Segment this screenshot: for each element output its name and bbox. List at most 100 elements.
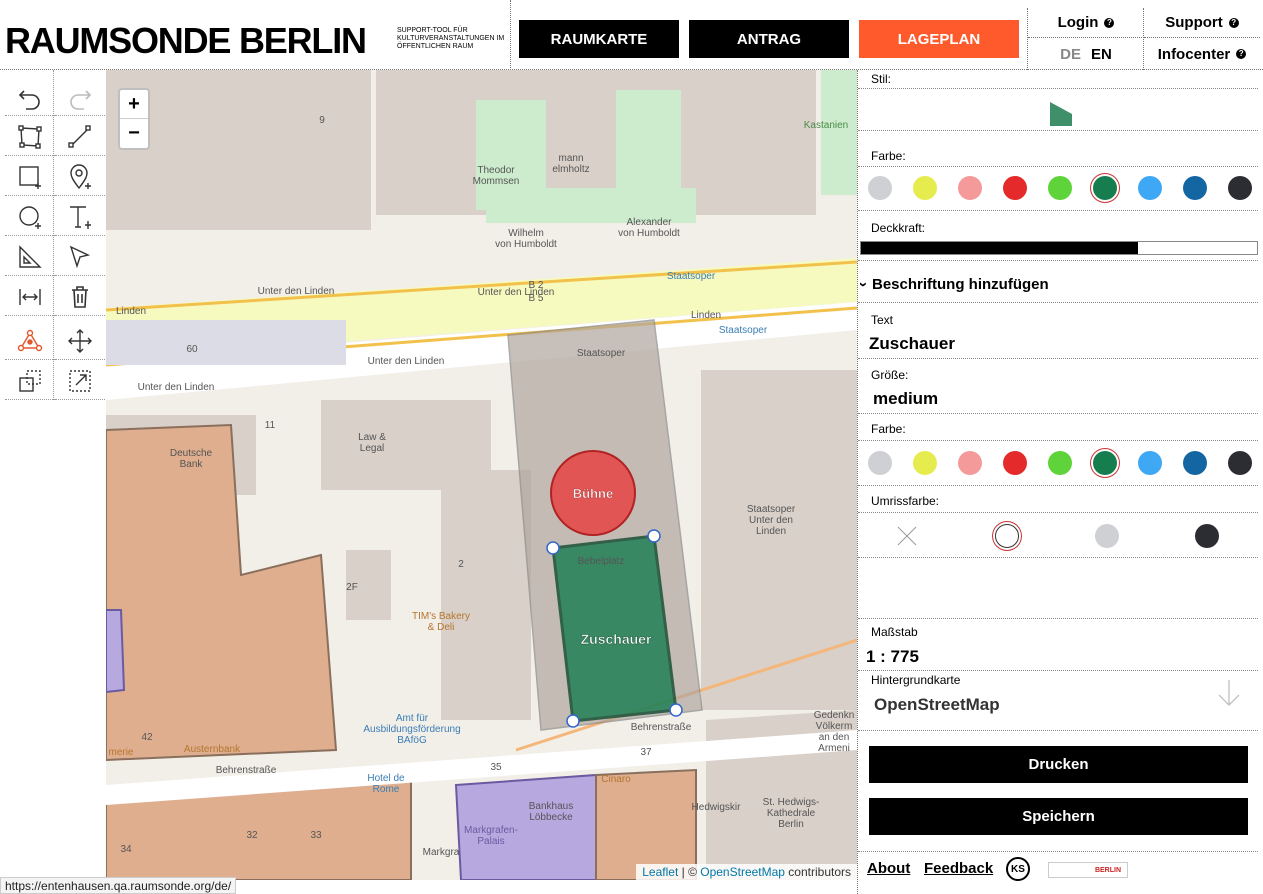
map-label: Deutsche [170, 448, 213, 459]
label-color-swatch[interactable] [1138, 451, 1162, 475]
label-color-swatch[interactable] [1183, 451, 1207, 475]
map-label: Bank [180, 459, 204, 470]
measure-icon[interactable] [5, 238, 55, 276]
fill-style-icon[interactable] [1048, 100, 1074, 133]
size-select[interactable]: medium [873, 389, 938, 409]
nav-antrag-button[interactable]: ANTRAG [689, 20, 849, 58]
select-icon[interactable] [55, 238, 105, 276]
no-outline-icon[interactable] [895, 524, 919, 548]
text-icon[interactable] [55, 198, 105, 236]
label-color-swatch[interactable] [1003, 451, 1027, 475]
outline-color-swatch[interactable] [1095, 524, 1119, 548]
label-color-swatch[interactable] [958, 451, 982, 475]
map-label: Bankhaus [529, 801, 573, 812]
leaflet-link[interactable]: Leaflet [642, 865, 678, 879]
scale-icon[interactable] [55, 362, 105, 400]
about-link[interactable]: About [867, 860, 910, 877]
map-canvas[interactable]: Unter den Linden Unter den Linden Linden… [106, 70, 857, 880]
line-icon[interactable] [55, 118, 105, 156]
map-label: Linden [116, 306, 146, 317]
duplicate-icon[interactable] [5, 362, 55, 400]
circle-icon[interactable] [5, 198, 55, 236]
fill-color-swatch[interactable] [1228, 176, 1252, 200]
map-label: Theodor [477, 165, 515, 176]
header: RAUMSONDE BERLIN SUPPORT-TOOL FÜR KULTUR… [0, 0, 1263, 70]
brand[interactable]: RAUMSONDE BERLIN SUPPORT-TOOL FÜR KULTUR… [0, 0, 511, 70]
map-label: Armeni [818, 743, 850, 754]
map-label: Wilhelm [508, 228, 544, 239]
map-label: merie [108, 747, 133, 758]
move-icon[interactable] [55, 322, 105, 360]
undo-icon[interactable] [5, 78, 55, 116]
save-button[interactable]: Speichern [869, 798, 1248, 835]
label-color-swatch[interactable] [1093, 451, 1117, 475]
ks-logo[interactable]: KS [1006, 857, 1030, 881]
drawing-toolbar [0, 70, 106, 894]
map-label: Linden [691, 310, 721, 321]
map-label: Behrenstraße [631, 722, 692, 733]
map-label: an den [819, 732, 850, 743]
map-label: Völkerm [816, 721, 853, 732]
marker-icon[interactable] [55, 158, 105, 196]
add-label-toggle[interactable]: ›Beschriftung hinzufügen [855, 276, 1049, 293]
map-label: Unter den Linden [368, 356, 445, 367]
support-link[interactable]: Support? [1144, 8, 1260, 38]
map-label: TIM's Bakery [412, 611, 470, 622]
fill-color-swatch[interactable] [958, 176, 982, 200]
fill-color-swatch[interactable] [1093, 176, 1117, 200]
support-label: Support [1165, 14, 1223, 31]
fill-color-swatch[interactable] [1048, 176, 1072, 200]
map-label: Staatsoper [667, 271, 716, 282]
fill-color-swatch[interactable] [1183, 176, 1207, 200]
lang-en-link[interactable]: EN [1091, 46, 1112, 63]
map-label: Law & [358, 432, 386, 443]
feedback-link[interactable]: Feedback [924, 860, 993, 877]
rectangle-icon[interactable] [5, 158, 55, 196]
map-label: Löbbecke [529, 812, 573, 823]
infocenter-link[interactable]: Infocenter? [1144, 38, 1260, 70]
label-color-swatch[interactable] [913, 451, 937, 475]
opacity-slider[interactable] [860, 241, 1258, 255]
map-label: Amt für [396, 713, 429, 724]
outline-color-swatch[interactable] [1195, 524, 1219, 548]
print-button[interactable]: Drucken [869, 746, 1248, 783]
label-text-input[interactable]: Zuschauer [869, 334, 955, 354]
map-label: B 2 [528, 280, 543, 291]
fill-color-swatch[interactable] [868, 176, 892, 200]
infocenter-label: Infocenter [1157, 45, 1231, 63]
zoom-out-button[interactable]: − [120, 119, 148, 148]
attribution-separator: | © [678, 865, 701, 879]
fill-color-swatch[interactable] [1003, 176, 1027, 200]
map-label: Behrenstraße [216, 765, 277, 776]
lang-de-link[interactable]: DE [1060, 46, 1081, 63]
fill-color-swatch[interactable] [1138, 176, 1162, 200]
redo-icon[interactable] [55, 78, 105, 116]
login-link[interactable]: Login? [1028, 8, 1144, 38]
nav-raumkarte-button[interactable]: RAUMKARTE [519, 20, 679, 58]
nav-lageplan-button[interactable]: LAGEPLAN [859, 20, 1019, 58]
basemap-select[interactable]: OpenStreetMap [874, 695, 1000, 715]
berlin-logo[interactable]: BERLIN [1048, 862, 1128, 878]
polygon-icon[interactable] [5, 118, 55, 156]
trash-icon[interactable] [55, 278, 105, 316]
map-label: Unter den Linden [138, 382, 215, 393]
label-color-swatch[interactable] [1228, 451, 1252, 475]
outline-color-swatch[interactable] [995, 524, 1019, 548]
zoom-in-button[interactable]: + [120, 90, 148, 119]
map-label: elmholtz [552, 164, 589, 175]
brand-title[interactable]: RAUMSONDE BERLIN [5, 20, 367, 62]
beschriftung-label: Beschriftung hinzufügen [872, 276, 1049, 293]
map-label: & Deli [428, 622, 455, 633]
label-color-swatch[interactable] [1048, 451, 1072, 475]
map-label: mann [558, 153, 583, 164]
fill-color-swatch[interactable] [913, 176, 937, 200]
label-color-swatch[interactable] [868, 451, 892, 475]
osm-link[interactable]: OpenStreetMap [700, 865, 785, 879]
dropdown-arrow-icon[interactable] [1216, 678, 1242, 713]
base-map: Unter den Linden Unter den Linden Linden… [106, 70, 857, 880]
vertex-edit-icon[interactable] [5, 322, 55, 360]
map-label: Staatsoper [719, 325, 768, 336]
help-icon: ? [1228, 17, 1239, 28]
status-url: https://entenhausen.qa.raumsonde.org/de/ [0, 877, 237, 894]
dimension-icon[interactable] [5, 278, 55, 316]
